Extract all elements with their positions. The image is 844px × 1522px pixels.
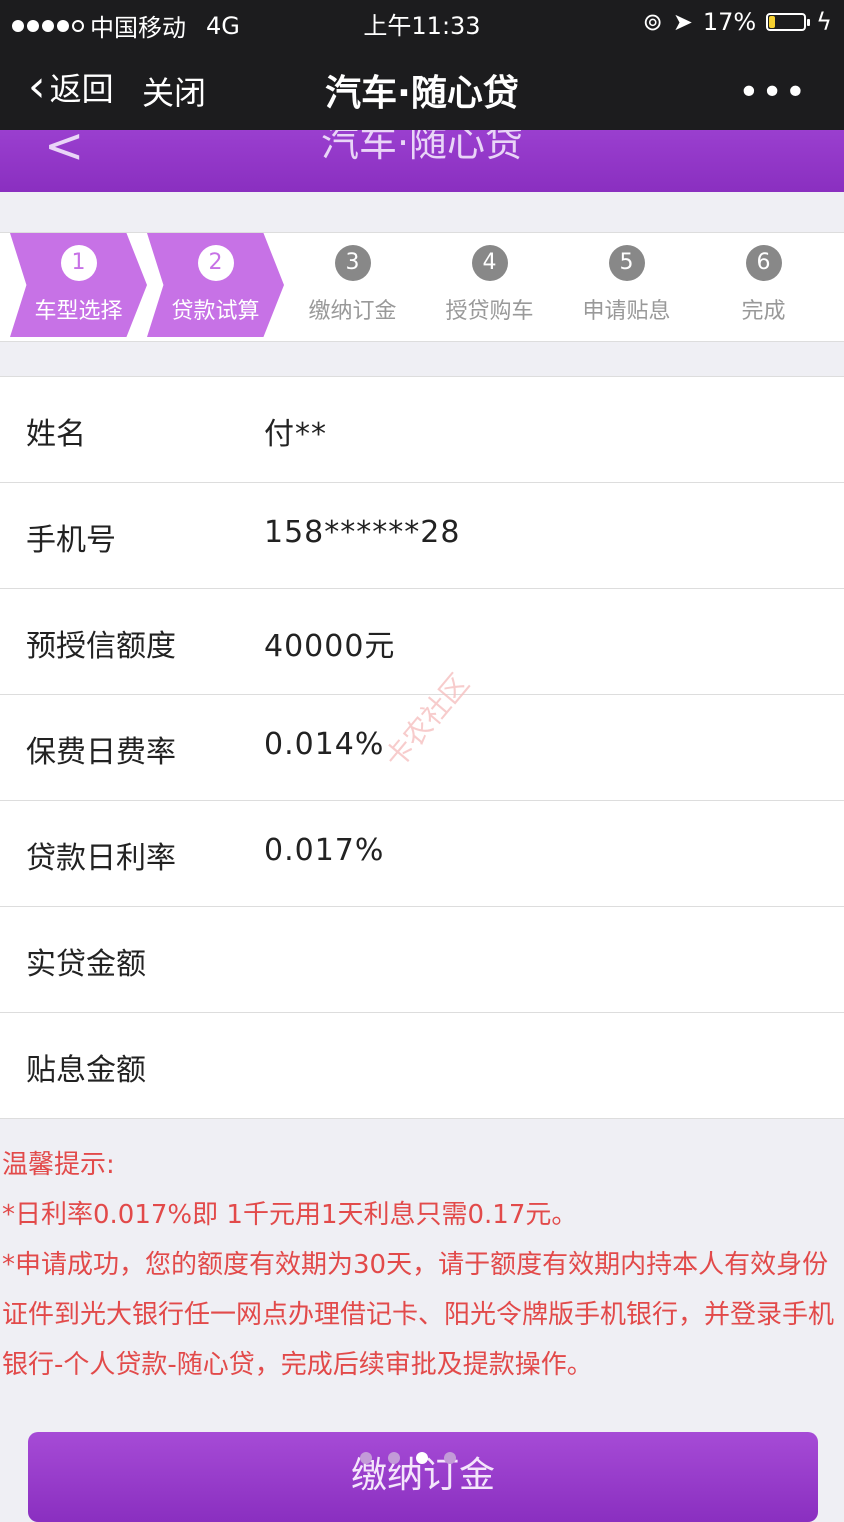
tips-title: 温馨提示: bbox=[2, 1150, 115, 1180]
page-dot bbox=[444, 1452, 456, 1464]
credit-value: 40000元 bbox=[264, 629, 396, 664]
actual-amount-label: 实贷金额 bbox=[26, 947, 146, 982]
carrier-name: 中国移动 bbox=[90, 14, 186, 42]
location-icon: ➤ bbox=[672, 8, 693, 36]
network-type: 4G bbox=[206, 11, 240, 40]
tips-line-2: *申请成功，您的额度有效期为30天，请于额度有效期内持本人有效身份证件到光大银行… bbox=[2, 1250, 835, 1380]
row-actual-amount: 实贷金额 bbox=[0, 907, 844, 1013]
row-phone: 手机号 158******28 bbox=[0, 483, 844, 589]
step-1: 1 车型选择 bbox=[10, 233, 147, 337]
step-2: 2 贷款试算 bbox=[147, 233, 284, 337]
status-bar: 中国移动 4G 上午11:33 ⊚ ➤ 17% ϟ bbox=[0, 0, 844, 44]
nav-bar: ‹ 返回 关闭 汽车·随心贷 ••• bbox=[0, 44, 844, 130]
tips-section: 温馨提示: *日利率0.017%即 1千元用1天利息只需0.17元。 *申请成功… bbox=[2, 1140, 842, 1390]
battery-fill bbox=[769, 16, 775, 28]
progress-steps: 1 车型选择 2 贷款试算 3 缴纳订金 4 授贷购车 5 申请贴息 6 完成 bbox=[0, 232, 844, 342]
rotation-lock-icon: ⊚ bbox=[642, 8, 663, 36]
nav-title: 汽车·随心贷 bbox=[325, 73, 519, 114]
page-header-title: 汽车·随心贷 bbox=[320, 130, 524, 165]
step-6-number: 6 bbox=[745, 245, 782, 281]
step-5-label: 申请贴息 bbox=[582, 299, 671, 324]
step-3-number: 3 bbox=[334, 245, 371, 281]
back-label: 返回 bbox=[49, 70, 114, 108]
step-6-label: 完成 bbox=[741, 299, 786, 324]
battery-percent: 17% bbox=[702, 8, 757, 36]
page-header: < 汽车·随心贷 bbox=[0, 130, 844, 192]
row-subsidy-amount: 贴息金额 bbox=[0, 1013, 844, 1119]
tips-line-1: *日利率0.017%即 1千元用1天利息只需0.17元。 bbox=[2, 1200, 578, 1230]
step-4: 4 授贷购车 bbox=[421, 233, 558, 337]
step-3-label: 缴纳订金 bbox=[308, 299, 397, 324]
loan-info-form: 姓名 付** 手机号 158******28 预授信额度 40000元 保费日费… bbox=[0, 376, 844, 1119]
step-2-label: 贷款试算 bbox=[171, 299, 260, 324]
insurance-rate-label: 保费日费率 bbox=[26, 735, 176, 770]
name-label: 姓名 bbox=[26, 417, 86, 452]
close-button[interactable]: 关闭 bbox=[142, 68, 206, 114]
step-1-label: 车型选择 bbox=[34, 299, 123, 324]
more-button[interactable]: ••• bbox=[738, 72, 808, 113]
chevron-left-icon: ‹ bbox=[28, 61, 46, 112]
subsidy-amount-label: 贴息金额 bbox=[26, 1053, 146, 1088]
step-6: 6 完成 bbox=[695, 233, 832, 337]
step-4-number: 4 bbox=[471, 245, 508, 281]
row-insurance-rate: 保费日费率 0.014% bbox=[0, 695, 844, 801]
insurance-rate-value: 0.014% bbox=[264, 727, 385, 762]
step-3: 3 缴纳订金 bbox=[284, 233, 421, 337]
battery-icon bbox=[766, 13, 811, 31]
signal-icon bbox=[12, 19, 84, 32]
status-left: 中国移动 4G bbox=[12, 8, 240, 43]
step-4-label: 授贷购车 bbox=[445, 299, 534, 324]
page-indicator bbox=[360, 1452, 456, 1464]
row-loan-rate: 贷款日利率 0.017% bbox=[0, 801, 844, 907]
page-dot bbox=[388, 1452, 400, 1464]
page-dot-active bbox=[416, 1452, 428, 1464]
charging-icon: ϟ bbox=[816, 8, 832, 36]
row-credit: 预授信额度 40000元 bbox=[0, 589, 844, 695]
step-5-number: 5 bbox=[608, 245, 645, 281]
back-button[interactable]: ‹ 返回 bbox=[28, 64, 114, 110]
phone-label: 手机号 bbox=[26, 523, 116, 558]
step-5: 5 申请贴息 bbox=[558, 233, 695, 337]
page-back-button[interactable]: < bbox=[44, 130, 84, 174]
page-dot bbox=[360, 1452, 372, 1464]
loan-rate-label: 贷款日利率 bbox=[26, 841, 176, 876]
credit-label: 预授信额度 bbox=[26, 629, 176, 664]
step-2-number: 2 bbox=[197, 245, 234, 281]
pay-deposit-button[interactable]: 缴纳订金 bbox=[28, 1432, 818, 1522]
status-right: ⊚ ➤ 17% ϟ bbox=[643, 8, 832, 36]
loan-rate-value: 0.017% bbox=[264, 833, 385, 868]
phone-value: 158******28 bbox=[264, 515, 461, 550]
row-name: 姓名 付** bbox=[0, 377, 844, 483]
step-1-number: 1 bbox=[60, 245, 97, 281]
name-value: 付** bbox=[264, 417, 327, 452]
